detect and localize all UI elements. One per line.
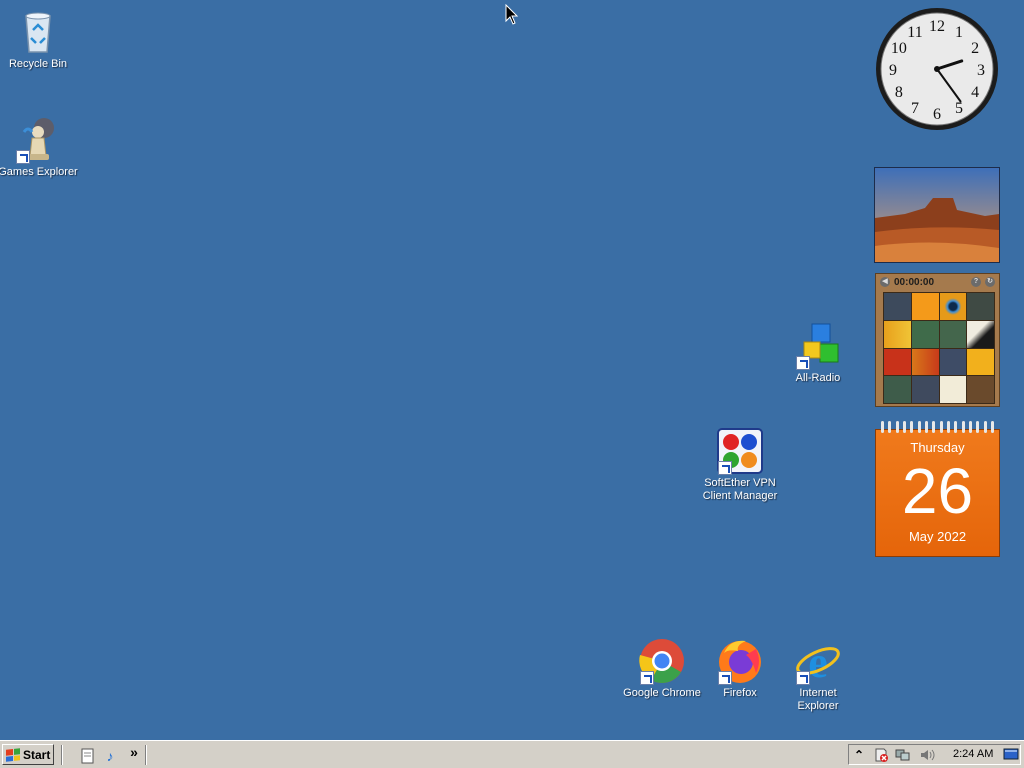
clock-numeral: 9 bbox=[889, 62, 897, 79]
internet-explorer-icon: e bbox=[794, 637, 842, 687]
puzzle-tile[interactable] bbox=[939, 376, 967, 403]
puzzle-tile[interactable] bbox=[884, 320, 911, 348]
shortcut-arrow-icon bbox=[718, 461, 732, 475]
pause-icon[interactable]: ◀ bbox=[880, 277, 890, 287]
clock-numeral: 5 bbox=[955, 100, 963, 117]
all-radio-label: All-Radio bbox=[795, 372, 841, 384]
all-radio-shortcut[interactable]: All-Radio bbox=[778, 322, 858, 385]
shortcut-arrow-icon bbox=[16, 150, 30, 164]
start-label: Start bbox=[23, 747, 51, 762]
puzzle-tile[interactable] bbox=[884, 348, 911, 376]
softether-vpn-label: SoftEther VPN Client Manager bbox=[702, 477, 778, 502]
puzzle-toolbar: ◀ 00:00:00 ? ↻ bbox=[876, 274, 999, 290]
games-explorer-shortcut[interactable]: Games Explorer bbox=[0, 116, 78, 179]
calendar-binding-rings bbox=[875, 421, 1000, 433]
chrome-icon bbox=[638, 637, 686, 685]
google-chrome-shortcut[interactable]: Google Chrome bbox=[622, 637, 702, 700]
puzzle-tile[interactable] bbox=[939, 293, 967, 320]
tray-expand-button[interactable]: ⌃ bbox=[851, 747, 867, 763]
clock-numeral: 11 bbox=[907, 24, 922, 41]
games-explorer-label: Games Explorer bbox=[0, 166, 78, 178]
puzzle-tile[interactable] bbox=[939, 320, 967, 348]
google-chrome-label: Google Chrome bbox=[623, 687, 701, 699]
puzzle-grid bbox=[883, 292, 995, 404]
desktop[interactable]: Recycle Bin Games Explorer All-Radio Sof… bbox=[0, 0, 1024, 740]
security-alert-icon[interactable] bbox=[873, 747, 889, 763]
recycle-bin-label: Recycle Bin bbox=[8, 58, 68, 70]
puzzle-tile[interactable] bbox=[939, 348, 967, 376]
media-player-icon[interactable]: ♪ bbox=[102, 748, 118, 764]
puzzle-tile[interactable] bbox=[967, 293, 994, 320]
puzzle-tile[interactable] bbox=[967, 320, 994, 348]
clock-numeral: 1 bbox=[955, 24, 963, 41]
desert-photo bbox=[875, 168, 999, 262]
puzzle-tile[interactable] bbox=[884, 376, 911, 403]
recycle-bin-shortcut[interactable]: Recycle Bin bbox=[0, 8, 78, 71]
clock-numeral: 10 bbox=[891, 40, 907, 57]
firefox-label: Firefox bbox=[723, 687, 757, 699]
clock-numeral: 3 bbox=[977, 62, 985, 79]
start-button[interactable]: Start bbox=[2, 744, 54, 765]
quick-launch-more[interactable]: » bbox=[126, 744, 142, 760]
puzzle-tile[interactable] bbox=[884, 293, 911, 320]
clock-numeral: 6 bbox=[933, 106, 941, 123]
softether-vpn-shortcut[interactable]: SoftEther VPN Client Manager bbox=[700, 427, 780, 503]
taskbar: Start ♪ » ⌃ 2:24 AM bbox=[0, 740, 1024, 768]
calendar-weekday: Thursday bbox=[910, 440, 965, 455]
puzzle-empty-slot bbox=[967, 376, 994, 403]
puzzle-tile[interactable] bbox=[911, 320, 939, 348]
volume-icon[interactable] bbox=[919, 747, 935, 763]
puzzle-tile[interactable] bbox=[911, 348, 939, 376]
clock-numeral: 7 bbox=[911, 100, 919, 117]
clock-numeral: 2 bbox=[971, 40, 979, 57]
shortcut-arrow-icon bbox=[640, 671, 654, 685]
show-desktop-icon[interactable] bbox=[80, 748, 96, 764]
taskbar-separator bbox=[145, 745, 147, 765]
shortcut-arrow-icon bbox=[718, 671, 732, 685]
shortcut-arrow-icon bbox=[796, 671, 810, 685]
picture-puzzle-gadget[interactable]: ◀ 00:00:00 ? ↻ bbox=[875, 273, 1000, 407]
show-desktop-button-icon[interactable] bbox=[1003, 747, 1019, 763]
clock-numeral: 4 bbox=[971, 84, 979, 101]
help-button[interactable]: ? bbox=[971, 277, 981, 287]
puzzle-tile[interactable] bbox=[911, 293, 939, 320]
taskbar-clock[interactable]: 2:24 AM bbox=[953, 748, 993, 760]
internet-explorer-label: Internet Explorer bbox=[797, 687, 839, 712]
puzzle-tile[interactable] bbox=[967, 348, 994, 376]
vpn-client-icon bbox=[716, 427, 764, 475]
shuffle-button[interactable]: ↻ bbox=[985, 277, 995, 287]
slideshow-gadget[interactable] bbox=[874, 167, 1000, 263]
system-tray: ⌃ 2:24 AM bbox=[848, 744, 1021, 765]
clock-gadget[interactable]: 12 1 2 3 4 5 6 7 8 9 10 11 bbox=[874, 6, 1000, 132]
firefox-icon bbox=[716, 637, 764, 685]
shortcut-arrow-icon bbox=[796, 356, 810, 370]
calendar-gadget[interactable]: Thursday 26 May 2022 bbox=[875, 421, 1000, 557]
svg-text:e: e bbox=[808, 638, 828, 685]
calendar-month-year: May 2022 bbox=[908, 529, 967, 544]
calendar-page: Thursday 26 May 2022 bbox=[875, 429, 1000, 557]
internet-explorer-shortcut[interactable]: e Internet Explorer bbox=[778, 637, 858, 713]
firefox-shortcut[interactable]: Firefox bbox=[700, 637, 780, 700]
mouse-cursor-icon bbox=[505, 3, 519, 31]
puzzle-tile[interactable] bbox=[911, 376, 939, 403]
clock-numeral: 12 bbox=[929, 18, 945, 35]
network-icon[interactable] bbox=[895, 747, 911, 763]
windows-logo-icon bbox=[6, 747, 20, 762]
calendar-day: 26 bbox=[901, 455, 974, 527]
clock-numeral: 8 bbox=[895, 84, 903, 101]
chess-piece-icon bbox=[14, 116, 62, 164]
puzzle-timer: 00:00:00 bbox=[894, 276, 935, 288]
taskbar-separator bbox=[61, 745, 63, 765]
recycle-bin-icon bbox=[14, 8, 62, 56]
cubes-icon bbox=[794, 322, 842, 370]
